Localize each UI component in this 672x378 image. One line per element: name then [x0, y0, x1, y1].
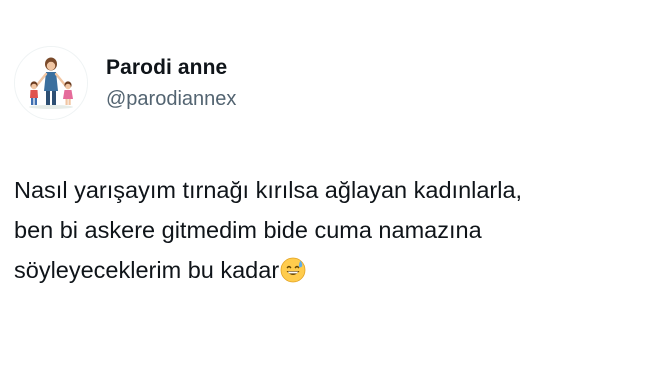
author-identity: Parodi anne @parodiannex	[106, 55, 236, 111]
tweet-text-line-3: söyleyeceklerim bu kadar	[14, 257, 280, 283]
tweet-card: Parodi anne @parodiannex Nasıl yarışayım…	[0, 0, 672, 378]
tweet-header: Parodi anne @parodiannex	[14, 46, 236, 120]
tweet-text-line-2: ben bi askere gitmedim bide cuma namazın…	[14, 217, 482, 243]
grinning-face-with-sweat-icon	[280, 257, 306, 283]
mother-with-children-avatar-icon	[15, 47, 87, 119]
tweet-text-line-1: Nasıl yarışayım tırnağı kırılsa ağlayan …	[14, 177, 523, 203]
author-handle[interactable]: @parodiannex	[106, 87, 236, 111]
tweet-text: Nasıl yarışayım tırnağı kırılsa ağlayan …	[14, 170, 664, 290]
avatar[interactable]	[14, 46, 88, 120]
author-display-name[interactable]: Parodi anne	[106, 55, 236, 81]
